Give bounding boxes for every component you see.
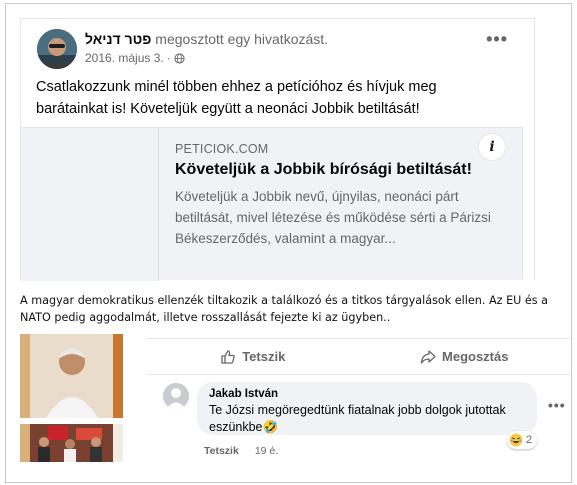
screenshot-frame: פטר דניאל megosztott egy hivatkozást. 20…	[5, 3, 572, 483]
comment-bubble: Jakab István Te Józsi megöregedtünk fiat…	[197, 382, 537, 435]
author-avatar[interactable]	[37, 29, 77, 69]
post-header: פטר דניאל megosztott egy hivatkozást.	[85, 31, 328, 47]
like-button[interactable]: Tetszik	[147, 339, 359, 374]
post-date[interactable]: 2016. május 3.	[85, 51, 164, 65]
link-thumbnail	[21, 128, 159, 281]
link-preview-card[interactable]: PETICIOK.COM Követeljük a Jobbik bíróság…	[21, 127, 523, 281]
action-bar: Tetszik Megosztás	[147, 339, 570, 375]
thumbs-up-icon	[221, 349, 235, 364]
link-description: Követeljük a Jobbik nevű, újnyilas, neon…	[175, 189, 491, 246]
share-arrow-icon	[420, 349, 436, 364]
laughing-emoji-icon	[509, 433, 523, 447]
comment-meta: Tetszik 19 é.	[204, 445, 278, 457]
photo-strip	[20, 334, 123, 462]
post-meta: 2016. május 3. ·	[85, 51, 185, 65]
share-label: Megosztás	[442, 349, 509, 364]
commenter-avatar[interactable]	[163, 383, 189, 409]
comment-reactions[interactable]: 2	[507, 431, 538, 449]
info-icon[interactable]: i	[478, 133, 506, 161]
comment-text: Te Józsi megöregedtünk fiatalnak jobb do…	[209, 403, 506, 434]
link-title[interactable]: Követeljük a Jobbik bírósági betiltását!	[175, 160, 495, 180]
share-button[interactable]: Megosztás	[359, 339, 571, 374]
comment-time[interactable]: 19 é.	[255, 445, 278, 457]
post-more-options-button[interactable]: •••	[486, 30, 508, 48]
comment-like-link[interactable]: Tetszik	[204, 445, 239, 457]
comment-author[interactable]: Jakab István	[209, 388, 525, 400]
post-text: Csatlakozzunk minél többen ehhez a petíc…	[36, 79, 437, 117]
post-footer: Tetszik Megosztás Jakab István Te Józsi …	[147, 338, 570, 462]
author-name[interactable]: פטר דניאל	[85, 31, 151, 47]
link-domain: PETICIOK.COM	[175, 142, 269, 156]
comment-more-options-button[interactable]: •••	[548, 398, 566, 412]
post-action-text: megosztott egy hivatkozást.	[151, 31, 329, 47]
link-preview-body: PETICIOK.COM Követeljük a Jobbik bíróság…	[175, 142, 495, 249]
reaction-count: 2	[526, 434, 533, 446]
like-label: Tetszik	[242, 349, 286, 364]
globe-icon	[174, 52, 185, 64]
caption-text: A magyar demokratikus ellenzék tiltakozi…	[20, 294, 549, 324]
shared-post-card: פטר דניאל megosztott egy hivatkozást. 20…	[20, 18, 535, 281]
